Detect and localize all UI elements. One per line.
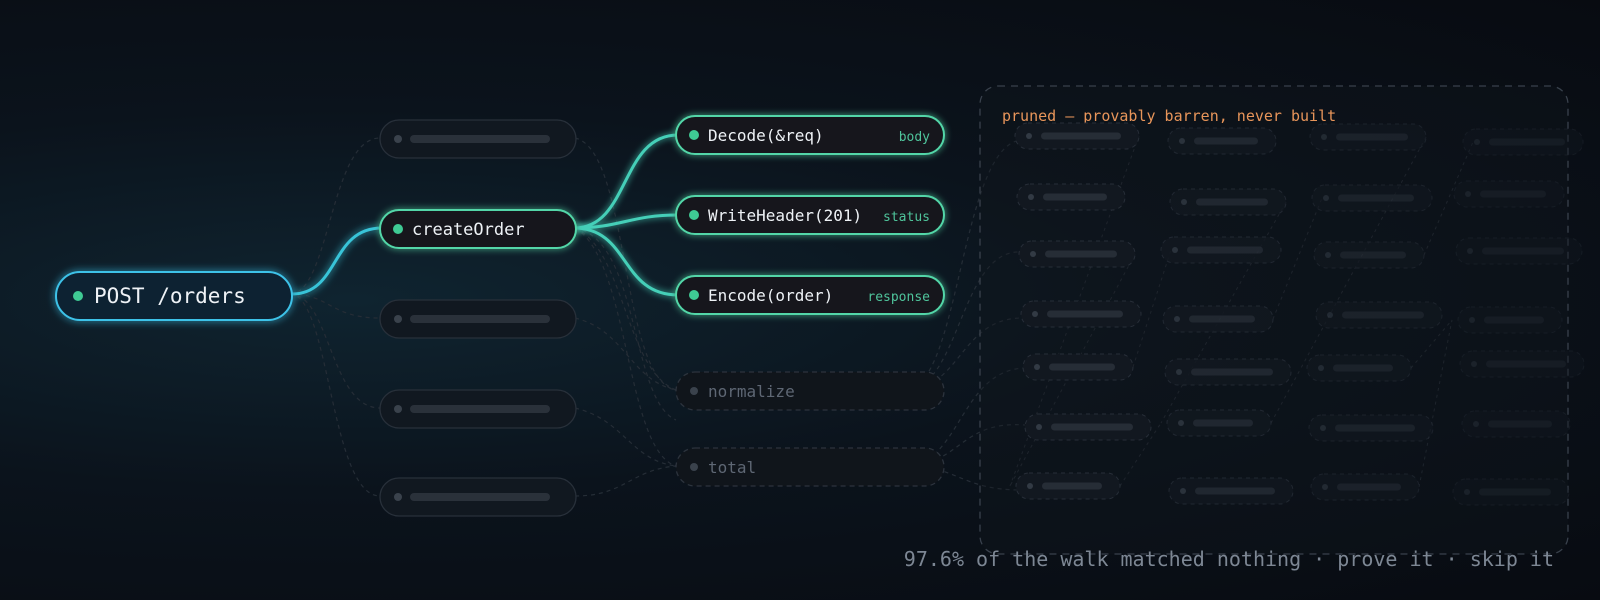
call-label: WriteHeader(201)	[708, 206, 862, 225]
status-dot	[690, 463, 698, 471]
call-node-decode[interactable]: Decode(&req) body	[675, 115, 945, 155]
call-node-total: total	[675, 447, 945, 487]
call-label: Decode(&req)	[708, 126, 824, 145]
pruned-ghost-node	[1313, 241, 1425, 269]
ghost-edge	[289, 137, 381, 295]
pruned-ghost-node	[1306, 354, 1412, 382]
ghost-edge	[289, 293, 381, 409]
pruned-ghost-node	[1310, 473, 1420, 501]
ghost-node	[379, 389, 577, 429]
status-dot	[689, 210, 699, 220]
pruned-ghost-node	[1455, 237, 1583, 265]
pruned-ghost-node	[1160, 236, 1282, 264]
pruned-ghost-node	[1018, 240, 1136, 268]
pruned-ghost-node	[1167, 127, 1277, 155]
call-tag: response	[867, 290, 930, 305]
pruned-ghost-node	[1457, 306, 1563, 334]
ghost-handler-nodes	[379, 119, 577, 517]
handler-label: createOrder	[412, 220, 525, 240]
status-dot	[73, 291, 83, 301]
call-tag: body	[899, 130, 930, 145]
call-label: normalize	[708, 382, 795, 401]
ghost-node	[379, 477, 577, 517]
caption: 97.6% of the walk matched nothing · prov…	[904, 547, 1554, 571]
root-node[interactable]: POST /orders	[55, 271, 293, 321]
pruned-ghost-node	[1022, 353, 1134, 381]
pruned-ghost-node	[1020, 300, 1142, 328]
pruned-ghost-node	[1309, 123, 1427, 151]
pruned-ghost-node	[1308, 414, 1434, 442]
ghost-edge	[289, 293, 381, 497]
ghost-node	[379, 119, 577, 159]
call-label: total	[708, 458, 756, 477]
pruned-ghost-node	[1461, 410, 1571, 438]
status-dot	[689, 130, 699, 140]
ghost-edge	[574, 407, 677, 467]
ghost-edge	[574, 465, 677, 497]
pruned-ghost-node	[1166, 409, 1272, 437]
pruned-ghost-node	[1024, 413, 1152, 441]
pruned-ghost-node	[1462, 128, 1584, 156]
pruned-ghost-node	[1015, 472, 1121, 500]
pruned-region: pruned — provably barren, never built	[979, 85, 1585, 555]
call-graph-diagram: pruned — provably barren, never built PO…	[55, 85, 1585, 571]
status-dot	[690, 387, 698, 395]
ghost-node	[379, 299, 577, 339]
pruned-ghost-node	[1311, 184, 1433, 212]
pruned-ghost-node	[1315, 301, 1443, 329]
ghost-edge	[574, 227, 677, 391]
pruned-ghost-node	[1014, 122, 1140, 150]
pruned-ghost-node	[1016, 183, 1126, 211]
pruned-ghost-node	[1169, 188, 1287, 216]
pruned-ghost-node	[1452, 478, 1570, 506]
call-node-writeheader[interactable]: WriteHeader(201) status	[675, 195, 945, 235]
pruned-ghost-node	[1164, 358, 1292, 386]
pruned-ghost-node	[1459, 350, 1585, 378]
root-label: POST /orders	[94, 284, 246, 308]
status-dot	[393, 224, 403, 234]
ghost-edge	[574, 227, 677, 421]
call-label: Encode(order)	[708, 286, 833, 305]
call-node-encode[interactable]: Encode(order) response	[675, 275, 945, 315]
edge-handler-to-writeheader	[573, 213, 679, 230]
pruned-ghost-node	[1453, 180, 1565, 208]
call-node-normalize: normalize	[675, 371, 945, 411]
status-dot	[689, 290, 699, 300]
ghost-edge	[289, 293, 381, 319]
pruned-ghost-node	[1168, 477, 1294, 505]
call-tag: status	[883, 210, 930, 225]
handler-node[interactable]: createOrder	[379, 209, 577, 249]
pruned-ghost-node	[1162, 305, 1274, 333]
pruned-title: pruned — provably barren, never built	[1002, 107, 1336, 125]
